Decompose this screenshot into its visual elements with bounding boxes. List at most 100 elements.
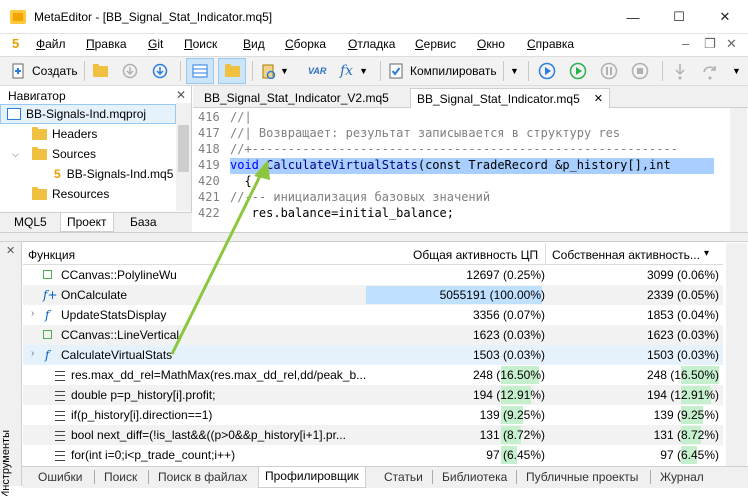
tab-errors[interactable]: Ошибки <box>38 470 83 484</box>
var-icon: VAR <box>308 66 327 76</box>
navigator-scroll-thumb[interactable] <box>178 125 189 172</box>
open-folder-button[interactable] <box>90 60 110 82</box>
compile-button[interactable]: Компилировать <box>386 60 497 82</box>
menu-tools[interactable]: Сервис <box>415 37 456 51</box>
toolbar-separator <box>503 61 504 81</box>
tab-articles[interactable]: Статьи <box>384 470 423 484</box>
download-button[interactable] <box>150 60 170 82</box>
debug-circle-icon <box>537 61 557 81</box>
tab-library[interactable]: Библиотека <box>442 470 507 484</box>
profiler-row[interactable]: for(int i=0;i<p_trade_count;i++) 97 (6.4… <box>23 445 723 466</box>
stop-button[interactable] <box>630 60 650 82</box>
step-over-button[interactable] <box>700 60 720 82</box>
navigator-close-button[interactable]: ✕ <box>176 88 186 102</box>
folder-icon <box>32 146 47 160</box>
tab-search-in-files[interactable]: Поиск в файлах <box>158 470 247 484</box>
minimize-button[interactable]: — <box>610 0 656 34</box>
metaeditor-logo-icon <box>10 10 26 24</box>
editor-tab-active[interactable]: BB_Signal_Stat_Indicator.mq5 ✕ <box>410 88 610 108</box>
tools-close-button[interactable]: ✕ <box>6 244 15 257</box>
nav-item-resources[interactable]: Resources <box>32 184 109 204</box>
total-cpu-value: 12697 (0.25%) <box>466 268 545 282</box>
maximize-button[interactable]: ☐ <box>656 0 702 34</box>
compile-options-button[interactable]: ▼ <box>510 60 519 82</box>
function-name: res.max_dd_rel=MathMax(res.max_dd_rel,dd… <box>71 368 367 382</box>
menu-help[interactable]: Справка <box>527 37 574 51</box>
menu-file[interactable]: Файл <box>36 37 66 51</box>
profiler-row[interactable]: if(p_history[i].direction==1) 139 (9.25%… <box>23 405 723 425</box>
profiler-row[interactable]: CCanvas::PolylineWu 12697 (0.25%) 3099 (… <box>23 265 723 285</box>
tab-public-projects[interactable]: Публичные проекты <box>526 470 638 484</box>
new-file-icon <box>8 61 28 81</box>
toolbar-separator <box>252 61 253 81</box>
profiler-row[interactable]: › f UpdateStatsDisplay 3356 (0.07%) 1853… <box>23 305 723 325</box>
nav-item-headers[interactable]: Headers <box>32 124 97 144</box>
chevron-down-icon: ▼ <box>280 66 289 76</box>
insert-variable-button[interactable]: VAR <box>308 60 326 82</box>
clipboard-icon <box>258 61 278 81</box>
chevron-down-icon: ▼ <box>732 66 741 76</box>
styler-button[interactable]: ▼ <box>258 60 289 82</box>
profiler-row[interactable]: double p=p_history[i].profit; 194 (12.91… <box>23 385 723 405</box>
panel-splitter[interactable] <box>0 232 748 242</box>
menu-build[interactable]: Сборка <box>285 37 326 51</box>
nav-item-label: Resources <box>52 187 110 201</box>
editor-tab-v2[interactable]: BB_Signal_Stat_Indicator_V2.mq5 <box>198 88 395 108</box>
tab-profiler[interactable]: Профилировщик <box>258 467 366 488</box>
insert-function-button[interactable]: fx ▼ <box>340 60 368 82</box>
mdi-close-button[interactable]: ✕ <box>726 36 737 52</box>
nav-item-sources[interactable]: ⌵ Sources <box>12 144 96 164</box>
debug-real-button[interactable] <box>537 60 557 82</box>
nav-item-mq5-file[interactable]: 5 BB-Signals-Ind.mq5 <box>54 164 173 184</box>
nav-tab-database[interactable]: База <box>124 213 163 232</box>
profiler-scrollbar[interactable] <box>726 243 747 466</box>
function-f-icon: f <box>45 348 50 362</box>
menu-window[interactable]: Окно <box>477 37 505 51</box>
menu-edit[interactable]: Правка <box>86 37 127 51</box>
code-line: 417 //| Возвращает: результат записывает… <box>198 126 620 142</box>
function-name: for(int i=0;i<p_trade_count;i++) <box>71 448 236 462</box>
profiler-row[interactable]: f+ OnCalculate 5055191 (100.00%) 2339 (0… <box>23 285 723 305</box>
editor-scrollbar[interactable] <box>730 108 747 232</box>
function-name: bool next_diff=(!is_last&&((p>0&&p_histo… <box>71 428 346 442</box>
menu-view[interactable]: Вид <box>243 37 265 51</box>
tab-separator <box>432 470 433 484</box>
column-header-self-cpu[interactable]: Собственная активность... <box>552 248 700 262</box>
menu-search[interactable]: Поиск <box>184 37 217 51</box>
total-cpu-value: 139 (9.25%) <box>479 408 545 422</box>
back-button[interactable] <box>120 60 140 82</box>
step-into-button[interactable] <box>670 60 690 82</box>
profiler-row[interactable]: bool next_diff=(!is_last&&((p>0&&p_histo… <box>23 425 723 445</box>
profiler-row[interactable]: res.max_dd_rel=MathMax(res.max_dd_rel,dd… <box>23 365 723 385</box>
line-number: 421 <box>198 190 220 204</box>
line-number: 416 <box>198 110 220 124</box>
nav-tab-project[interactable]: Проект <box>60 213 114 232</box>
profiler-row[interactable]: CCanvas::LineVertical 1623 (0.03%) 1623 … <box>23 325 723 345</box>
close-button[interactable]: ✕ <box>702 0 748 34</box>
nav-item-label: BB-Signals-Ind.mqproj <box>26 107 147 121</box>
sort-down-icon[interactable]: ▾ <box>704 248 709 259</box>
nav-tab-mql5[interactable]: MQL5 <box>8 213 53 232</box>
profiler-row-selected[interactable]: › f CalculateVirtualStats 1503 (0.03%) 1… <box>23 345 723 365</box>
tab-search[interactable]: Поиск <box>104 470 137 484</box>
toolbar-overflow-button[interactable]: ▼ <box>732 60 741 82</box>
tab-journal[interactable]: Журнал <box>660 470 704 484</box>
column-header-function[interactable]: Функция <box>28 248 75 262</box>
pause-button[interactable] <box>599 60 619 82</box>
nav-item-project[interactable]: BB-Signals-Ind.mqproj <box>0 104 176 124</box>
project-icon <box>7 108 21 120</box>
code-line: 416 //| <box>198 110 252 126</box>
run-button[interactable] <box>568 60 588 82</box>
tab-close-icon[interactable]: ✕ <box>594 92 603 105</box>
menu-debug[interactable]: Отладка <box>348 37 395 51</box>
column-header-total-cpu[interactable]: Общая активность ЦП <box>413 248 538 262</box>
mdi-restore-button[interactable]: ❐ <box>704 36 716 52</box>
mdi-minimize-button[interactable]: – <box>682 36 689 51</box>
chevron-down-icon: ▼ <box>359 66 368 76</box>
total-cpu-value: 1623 (0.03%) <box>472 328 545 342</box>
create-button[interactable]: Создать <box>8 60 78 82</box>
menu-git[interactable]: Git <box>148 37 163 51</box>
folder-icon <box>32 186 47 200</box>
code-function-name: CalculateVirtualStats <box>258 158 418 172</box>
total-cpu-value: 1503 (0.03%) <box>472 348 545 362</box>
